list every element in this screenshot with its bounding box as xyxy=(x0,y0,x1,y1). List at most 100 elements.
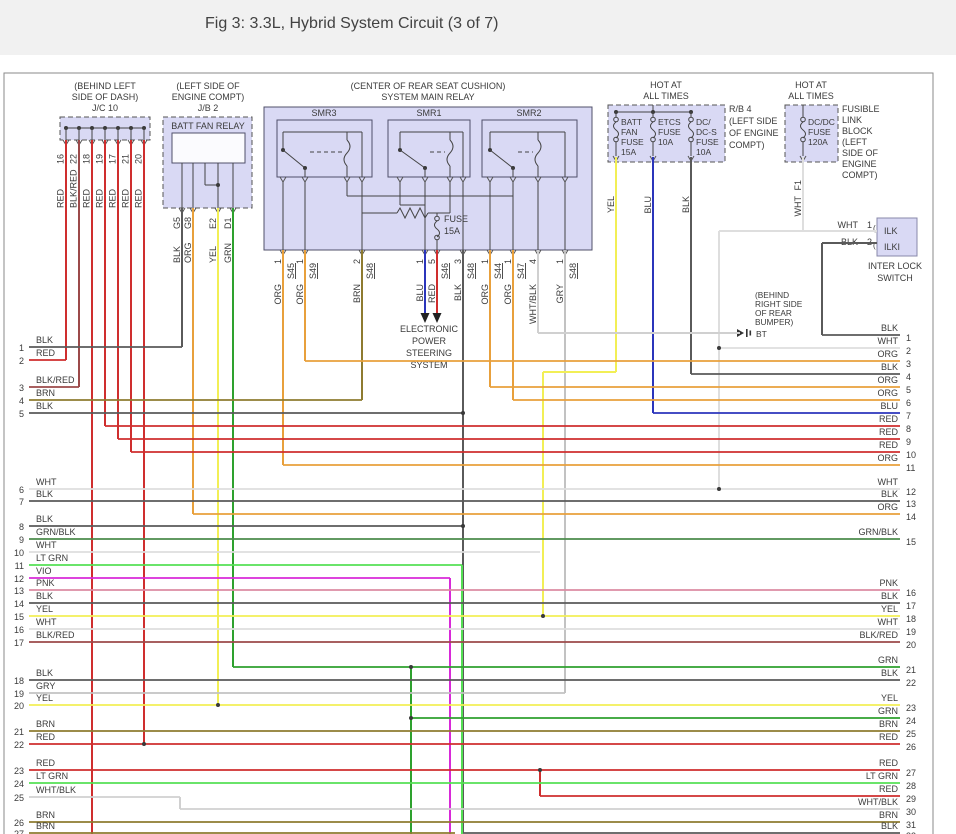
rb4-fuse-label: DC/ xyxy=(696,117,711,127)
left-row-color-label: BLK/RED xyxy=(36,630,75,640)
junction-dot xyxy=(216,703,220,707)
right-row-color-label: RED xyxy=(879,427,899,437)
left-row-color-label: LT GRN xyxy=(36,771,68,781)
rb4-fuse-label: FUSE xyxy=(621,137,644,147)
jb2-wire-color-label: ORG xyxy=(183,242,193,263)
smr-fuse-label: 15A xyxy=(444,226,460,236)
right-row-color-label: BLK xyxy=(881,591,898,601)
right-row-color-label: WHT/BLK xyxy=(858,797,898,807)
flb-fuse-label: 120A xyxy=(808,137,828,147)
flb-wire-color-label: WHT xyxy=(793,196,803,217)
interlock-wire-color: WHT xyxy=(838,220,859,230)
junction-dot xyxy=(461,524,465,528)
left-row-color-label: BRN xyxy=(36,810,55,820)
left-row-color-label: WHT xyxy=(36,477,57,487)
smr-location-label: (CENTER OF REAR SEAT CUSHION) xyxy=(351,81,506,91)
left-row-color-label: RED xyxy=(36,348,56,358)
right-row-number: 31 xyxy=(906,820,916,830)
left-row-number: 23 xyxy=(14,766,24,776)
smr-pin-number: 1 xyxy=(480,259,490,264)
left-row-number: 2 xyxy=(19,356,24,366)
jc10-pin-number: 18 xyxy=(82,154,92,164)
left-row-number: 1 xyxy=(19,343,24,353)
flb-side-label: BLOCK xyxy=(842,126,873,136)
flb-side-label: FUSIBLE xyxy=(842,104,880,114)
right-row-number: 1 xyxy=(906,333,911,343)
left-row-number: 27 xyxy=(14,829,24,834)
smr-wire-color-label: RED xyxy=(427,284,437,304)
right-row-color-label: BLK xyxy=(881,323,898,333)
junction-dot xyxy=(461,411,465,415)
left-row-number: 15 xyxy=(14,612,24,622)
right-row-color-label: BLK xyxy=(881,489,898,499)
left-row-color-label: VIO xyxy=(36,566,52,576)
right-row-color-label: RED xyxy=(879,732,899,742)
rb4-fuse-label: FUSE xyxy=(658,127,681,137)
smr-wire-color-label: ORG xyxy=(295,284,305,305)
right-row-number: 29 xyxy=(906,794,916,804)
eps-label: STEERING xyxy=(406,348,452,358)
left-row-color-label: BLK xyxy=(36,335,53,345)
right-row-color-label: BLK xyxy=(881,821,898,831)
left-row-color-label: BLK xyxy=(36,489,53,499)
jb2-location-label: J/B 2 xyxy=(198,103,219,113)
junction-dot xyxy=(142,742,146,746)
left-row-number: 25 xyxy=(14,793,24,803)
jc10-wire-color-label: RED xyxy=(95,188,105,208)
rb4-side-label: COMPT) xyxy=(729,140,765,150)
smr-wire-color-label: BRN xyxy=(352,284,362,303)
smr-relay-label: SMR2 xyxy=(516,108,541,118)
left-row-number: 3 xyxy=(19,383,24,393)
flb-side-label: SIDE OF xyxy=(842,148,879,158)
right-row-number: 26 xyxy=(906,742,916,752)
right-row-number: 27 xyxy=(906,768,916,778)
eps-label: ELECTRONIC xyxy=(400,324,459,334)
right-row-number: 20 xyxy=(906,640,916,650)
left-row-number: 10 xyxy=(14,548,24,558)
jb2-pin-number: E2 xyxy=(208,218,218,229)
right-row-number: 19 xyxy=(906,627,916,637)
jc10-pin-number: 19 xyxy=(95,154,105,164)
right-row-color-label: BLK xyxy=(881,362,898,372)
rb4-fuse-label: FUSE xyxy=(696,137,719,147)
right-row-number: 16 xyxy=(906,588,916,598)
rb4-fuse-label: 10A xyxy=(658,137,673,147)
smr-relay-label: SMR3 xyxy=(311,108,336,118)
rb4-fuse-label: FAN xyxy=(621,127,638,137)
flb-side-label: ENGINE xyxy=(842,159,877,169)
rb4-wire-color-label: YEL xyxy=(606,196,616,213)
right-row-number: 5 xyxy=(906,385,911,395)
right-row-color-label: YEL xyxy=(881,693,898,703)
smr-connector-id: S48 xyxy=(568,263,578,279)
left-row-color-label: BRN xyxy=(36,821,55,831)
batt-fan-relay-box xyxy=(172,133,245,163)
right-row-number: 12 xyxy=(906,487,916,497)
rb4-wire-color-label: BLU xyxy=(643,196,653,214)
jc10-wire-color-label: RED xyxy=(82,188,92,208)
right-row-number: 7 xyxy=(906,411,911,421)
bt-location-label: BUMPER) xyxy=(755,317,793,327)
right-row-color-label: WHT xyxy=(878,336,899,346)
right-row-color-label: GRN xyxy=(878,706,898,716)
right-row-number: 2 xyxy=(906,346,911,356)
right-row-color-label: ORG xyxy=(877,502,898,512)
jc10-wire-color-label: RED xyxy=(134,188,144,208)
smr-pin-number: 1 xyxy=(555,259,565,264)
jc10-wire-color-label: RED xyxy=(121,188,131,208)
left-row-color-label: BLK/RED xyxy=(36,375,75,385)
junction-dot xyxy=(409,665,413,669)
jc10-wire-color-label: RED xyxy=(108,188,118,208)
left-row-color-label: LT GRN xyxy=(36,553,68,563)
left-row-number: 17 xyxy=(14,638,24,648)
smr-pin-number: 1 xyxy=(415,259,425,264)
rb4-fuse-label: DC-S xyxy=(696,127,717,137)
left-row-color-label: PNK xyxy=(36,578,55,588)
right-row-number: 13 xyxy=(906,499,916,509)
right-row-number: 30 xyxy=(906,807,916,817)
left-row-number: 16 xyxy=(14,625,24,635)
interlock-pin-number: 1 xyxy=(867,220,872,230)
left-row-number: 26 xyxy=(14,818,24,828)
right-row-color-label: PNK xyxy=(879,578,898,588)
jc10-location-label: SIDE OF DASH) xyxy=(72,92,139,102)
right-row-color-label: BLU xyxy=(880,401,898,411)
